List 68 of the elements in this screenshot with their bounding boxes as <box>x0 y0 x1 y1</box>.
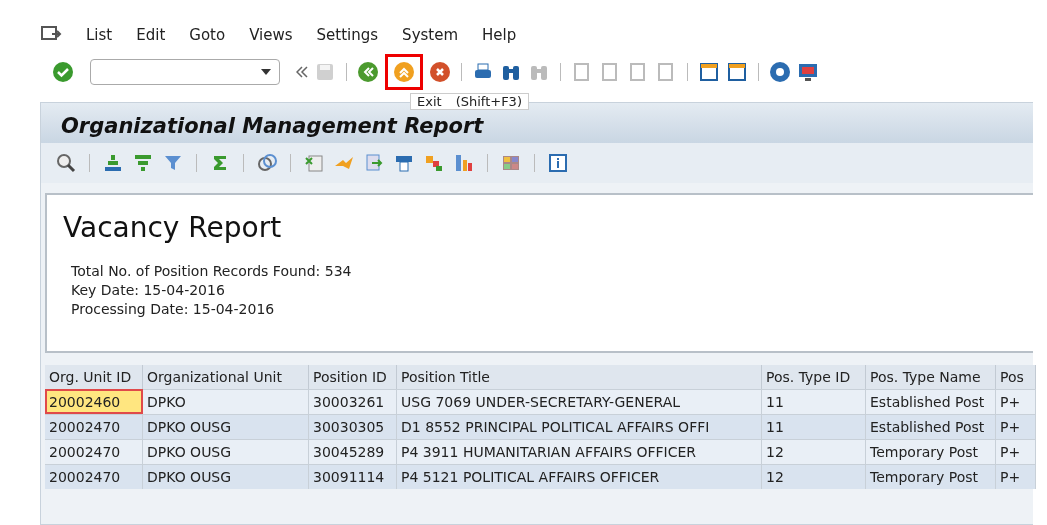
screen-title: Organizational Management Report <box>61 114 484 138</box>
export-icon[interactable] <box>363 152 385 174</box>
table-cell: 20002460 <box>45 389 143 414</box>
table-cell: 12 <box>762 464 866 489</box>
table-cell: D1 8552 PRINCIPAL POLITICAL AFFAIRS OFFI <box>397 414 762 439</box>
info-icon[interactable] <box>547 152 569 174</box>
menu-item[interactable]: Goto <box>189 26 226 44</box>
tooltip-shortcut: (Shift+F3) <box>455 94 522 109</box>
report-info-line: Key Date: 15-04-2016 <box>70 281 226 300</box>
sort-icon[interactable] <box>132 152 154 174</box>
table-cell: USG 7069 UNDER-SECRETARY-GENERAL <box>397 389 762 414</box>
table-cell: 11 <box>762 414 866 439</box>
table-cell: Temporary Post <box>866 439 996 464</box>
command-field[interactable] <box>90 59 280 85</box>
menu-item[interactable]: Settings <box>316 26 379 44</box>
tooltip-text: Exit <box>417 94 442 109</box>
check-icon[interactable] <box>52 61 74 83</box>
table-cell: 20002470 <box>45 414 143 439</box>
table-cell: DPKO <box>143 389 309 414</box>
table-cell: 12 <box>762 439 866 464</box>
report-info-line: Processing Date: 15-04-2016 <box>70 300 276 319</box>
column-header[interactable]: Pos. Type Name <box>866 365 996 389</box>
table-cell: Temporary Post <box>866 464 996 489</box>
column-header[interactable]: Pos. Type ID <box>762 365 866 389</box>
magnifier-icon[interactable] <box>55 152 77 174</box>
report-info-line: Total No. of Position Records Found: 534 <box>70 262 353 281</box>
monitor-icon[interactable] <box>797 61 819 83</box>
table-cell: 20002470 <box>45 464 143 489</box>
sort-icon[interactable] <box>102 152 124 174</box>
exit-icon[interactable] <box>393 61 415 83</box>
table-cell: DPKO OUSG <box>143 464 309 489</box>
exit-button[interactable] <box>385 54 423 90</box>
table-cell: 11 <box>762 389 866 414</box>
column-header[interactable]: Position Title <box>397 365 762 389</box>
menu-item[interactable]: Help <box>482 26 517 44</box>
table-cell: P+ <box>996 389 1036 414</box>
chart-icon[interactable] <box>453 152 475 174</box>
back-icon[interactable] <box>357 61 379 83</box>
menu-item[interactable]: System <box>402 26 459 44</box>
menu-item[interactable]: List <box>86 26 113 44</box>
column-header[interactable]: Org. Unit ID <box>45 365 143 389</box>
column-header[interactable]: Pos <box>996 365 1036 389</box>
table-cell: 30091114 <box>309 464 397 489</box>
collapse-icon[interactable] <box>296 66 308 78</box>
table-cell: 20002470 <box>45 439 143 464</box>
menu-item[interactable]: Views <box>249 26 293 44</box>
menu-item[interactable]: Edit <box>136 26 166 44</box>
window-icon[interactable] <box>726 61 748 83</box>
table-cell: P+ <box>996 414 1036 439</box>
column-header[interactable]: Position ID <box>309 365 397 389</box>
report-heading: Vacancy Report <box>63 211 283 244</box>
table-cell: 30045289 <box>309 439 397 464</box>
cancel-icon[interactable] <box>429 61 451 83</box>
column-header[interactable]: Organizational Unit <box>143 365 309 389</box>
table-cell: P4 3911 HUMANITARIAN AFFAIRS OFFICER <box>397 439 762 464</box>
table-cell: 30030305 <box>309 414 397 439</box>
table-cell: Established Post <box>866 414 996 439</box>
window-icon[interactable] <box>698 61 720 83</box>
table-cell: 30003261 <box>309 389 397 414</box>
spreadsheet-icon[interactable] <box>303 152 325 174</box>
dropdown-caret-icon[interactable] <box>261 69 271 75</box>
table-cell: P4 5121 POLITICAL AFFAIRS OFFICER <box>397 464 762 489</box>
table-cell: DPKO OUSG <box>143 439 309 464</box>
table-cell: P+ <box>996 439 1036 464</box>
table-cell: Established Post <box>866 389 996 414</box>
table-cell: P+ <box>996 464 1036 489</box>
table-cell: DPKO OUSG <box>143 414 309 439</box>
circles-icon[interactable] <box>256 152 278 174</box>
